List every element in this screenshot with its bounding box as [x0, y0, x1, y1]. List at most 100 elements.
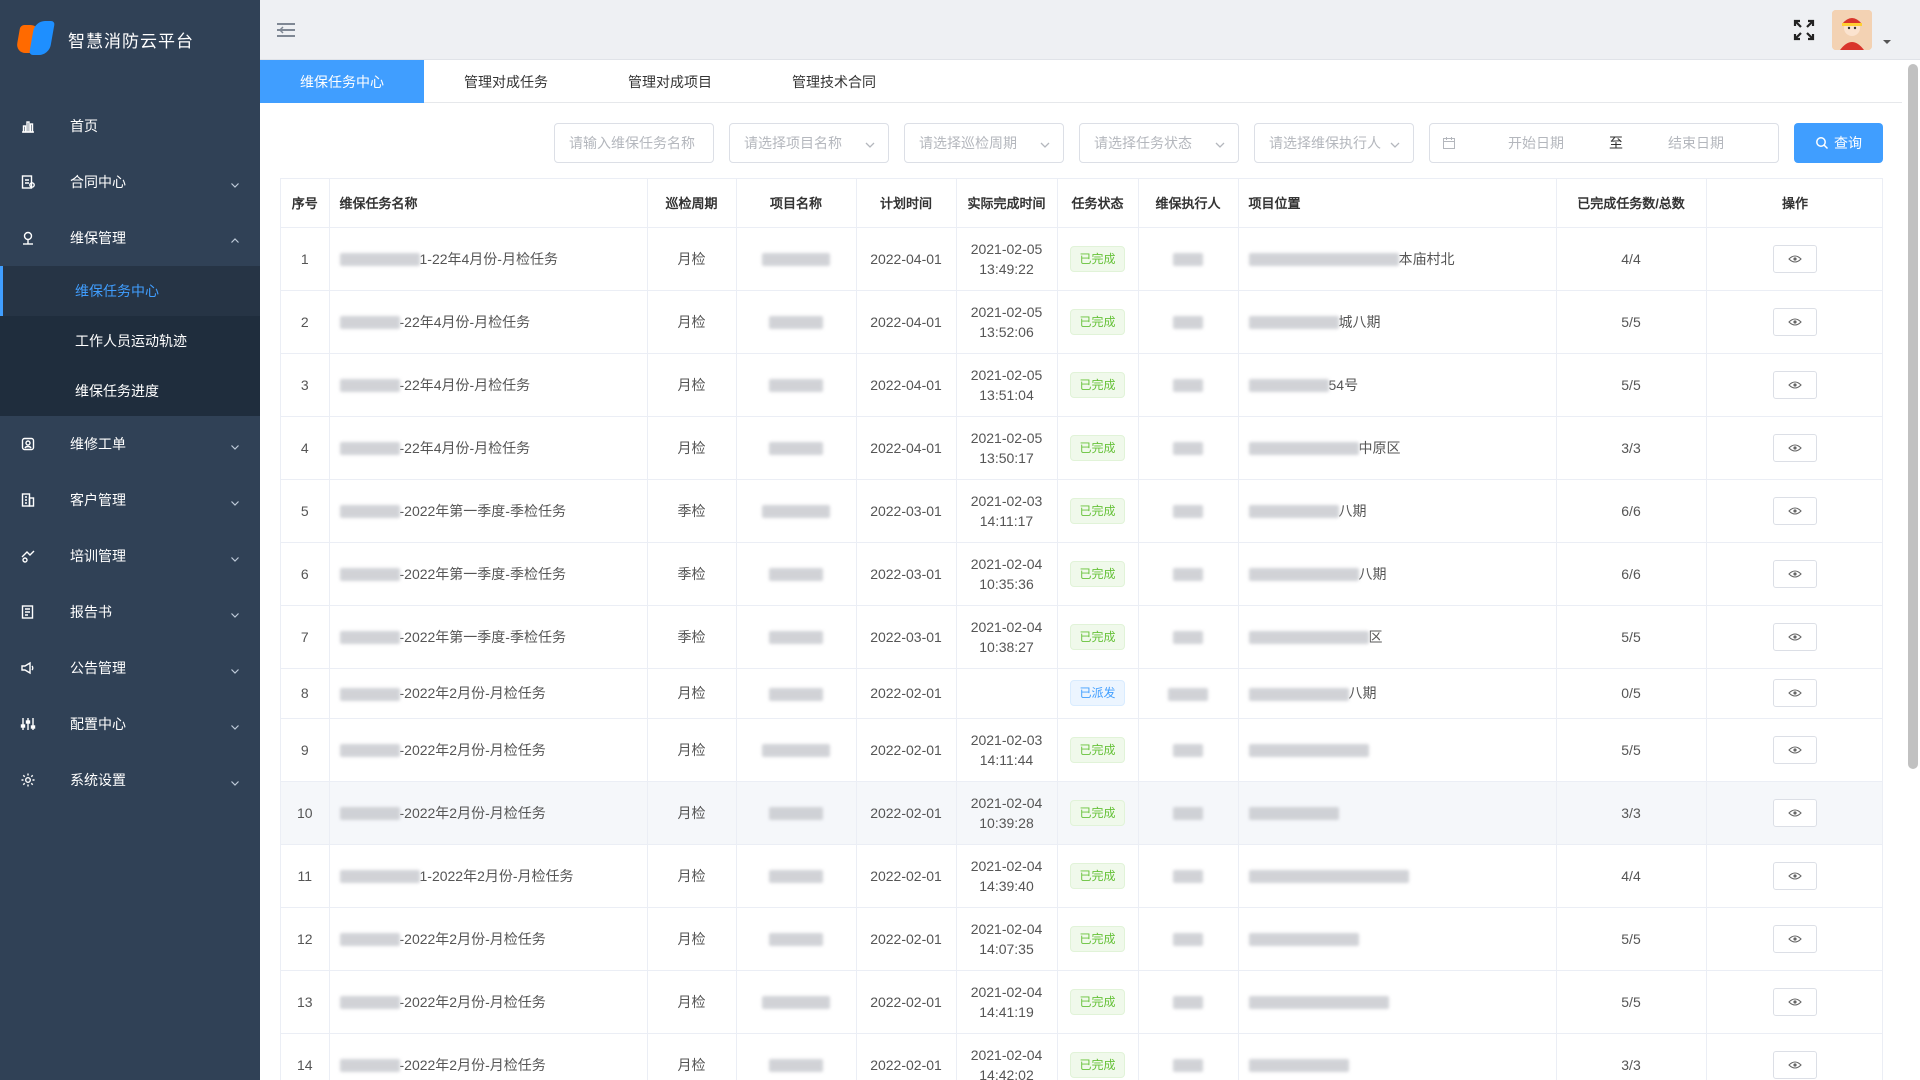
table-row[interactable]: 2 -22年4月份-月检任务 月检 2022-04-01 2021-02-05 13:52… [281, 290, 1882, 354]
tab-1[interactable]: 管理对成任务 [424, 60, 588, 103]
sidebar-subitem-1[interactable]: 工作人员运动轨迹 [0, 316, 260, 366]
query-button[interactable]: 查询 [1794, 123, 1883, 163]
tab-3[interactable]: 管理技术合同 [752, 60, 916, 103]
cycle-cell: 月检 [647, 1033, 737, 1080]
view-button[interactable] [1773, 679, 1817, 707]
training-icon [20, 548, 36, 564]
table-row[interactable]: 7 -2022年第一季度-季检任务 季检 2022-03-01 2021-02-04 10… [281, 605, 1882, 669]
view-button[interactable] [1773, 496, 1817, 525]
scrollbar-thumb[interactable] [1908, 64, 1918, 769]
status-cell: 已完成 [1057, 907, 1139, 971]
fullscreen-icon[interactable] [1792, 18, 1816, 42]
view-button[interactable] [1773, 244, 1817, 273]
date-range-picker[interactable]: 开始日期 至 结束日期 [1429, 123, 1779, 163]
table-row[interactable]: 8 -2022年2月份-月检任务 月检 2022-02-01 已派发 八期 0/5 [281, 668, 1882, 719]
tab-0[interactable]: 维保任务中心 [260, 60, 424, 103]
executor-cell [1138, 290, 1239, 354]
table-row[interactable]: 1 1-22年4月份-月检任务 月检 2022-04-01 2021-02-05 13:4… [281, 227, 1882, 291]
eye-icon [1788, 443, 1802, 452]
table-row[interactable]: 3 -22年4月份-月检任务 月检 2022-04-01 2021-02-05 13:51… [281, 353, 1882, 417]
view-button[interactable] [1773, 861, 1817, 890]
plan-time-cell: 2022-02-01 [856, 1033, 957, 1080]
view-button[interactable] [1773, 924, 1817, 953]
sidebar-item-4[interactable]: 客户管理 [0, 472, 260, 528]
sidebar-item-2[interactable]: 维保管理 [0, 210, 260, 266]
eye-icon [1788, 1060, 1802, 1069]
end-date-input[interactable]: 结束日期 [1636, 133, 1756, 153]
filter-bar: 请输入维保任务名称 请选择项目名称 请选择巡检周期 请选择任务状态 请选择维保执… [554, 123, 1883, 163]
hamburger-icon[interactable] [274, 18, 298, 42]
sidebar-item-label: 维保管理 [70, 230, 126, 246]
table-row[interactable]: 14 -2022年2月份-月检任务 月检 2022-02-01 2021-02-04 14… [281, 1033, 1882, 1080]
view-button[interactable] [1773, 307, 1817, 336]
cycle-select[interactable]: 请选择巡检周期 [904, 123, 1064, 163]
view-button[interactable] [1773, 987, 1817, 1016]
status-badge: 已完成 [1070, 434, 1125, 461]
sidebar-subitem-0[interactable]: 维保任务中心 [0, 266, 260, 316]
status-select[interactable]: 请选择任务状态 [1079, 123, 1239, 163]
chevron-down-icon [230, 719, 240, 730]
sidebar-item-9[interactable]: 系统设置 [0, 752, 260, 808]
table-row[interactable]: 11 1-2022年2月份-月检任务 月检 2022-02-01 2021-02-04 1… [281, 844, 1882, 908]
column-header: 任务状态 [1057, 179, 1139, 228]
sidebar-item-6[interactable]: 报告书 [0, 584, 260, 640]
sidebar-subitem-2[interactable]: 维保任务进度 [0, 366, 260, 416]
done-time-cell [956, 668, 1058, 719]
location-cell: 54号 [1238, 353, 1557, 417]
sidebar-item-7[interactable]: 公告管理 [0, 640, 260, 696]
project-select[interactable]: 请选择项目名称 [729, 123, 889, 163]
caret-down-icon[interactable] [1882, 33, 1892, 44]
executor-cell [1138, 353, 1239, 417]
status-cell: 已完成 [1057, 718, 1139, 782]
view-button[interactable] [1773, 798, 1817, 827]
status-badge: 已完成 [1070, 736, 1125, 763]
location-cell: 区 [1238, 605, 1557, 669]
table-row[interactable]: 5 -2022年第一季度-季检任务 季检 2022-03-01 2021-02-03 14… [281, 479, 1882, 543]
sidebar-item-1[interactable]: 合同中心 [0, 154, 260, 210]
progress-cell: 5/5 [1556, 970, 1707, 1034]
action-cell [1706, 718, 1882, 782]
scrollbar[interactable] [1908, 64, 1918, 1080]
action-cell [1706, 907, 1882, 971]
executor-select[interactable]: 请选择维保执行人 [1254, 123, 1414, 163]
done-time-cell: 2021-02-05 13:49:22 [956, 227, 1058, 291]
table-row[interactable]: 4 -22年4月份-月检任务 月检 2022-04-01 2021-02-05 13:50… [281, 416, 1882, 480]
view-button[interactable] [1773, 370, 1817, 399]
eye-icon [1788, 506, 1802, 515]
view-button[interactable] [1773, 433, 1817, 462]
tab-2[interactable]: 管理对成项目 [588, 60, 752, 103]
row-number: 2 [281, 290, 330, 354]
row-number: 1 [281, 227, 330, 291]
progress-cell: 0/5 [1556, 668, 1707, 719]
cycle-cell: 月检 [647, 907, 737, 971]
table-row[interactable]: 10 -2022年2月份-月检任务 月检 2022-02-01 2021-02-04 10… [281, 781, 1882, 845]
sidebar-item-0[interactable]: 首页 [0, 98, 260, 154]
view-button[interactable] [1773, 735, 1817, 764]
task-name-input[interactable]: 请输入维保任务名称 [554, 123, 714, 163]
avatar[interactable] [1832, 10, 1872, 50]
executor-cell [1138, 479, 1239, 543]
project-name-cell [736, 353, 857, 417]
sidebar-item-5[interactable]: 培训管理 [0, 528, 260, 584]
table-row[interactable]: 9 -2022年2月份-月检任务 月检 2022-02-01 2021-02-03 14:… [281, 718, 1882, 782]
table-row[interactable]: 12 -2022年2月份-月检任务 月检 2022-02-01 2021-02-04 14… [281, 907, 1882, 971]
eye-icon [1788, 871, 1802, 880]
sidebar-item-3[interactable]: 维修工单 [0, 416, 260, 472]
view-button[interactable] [1773, 559, 1817, 588]
start-date-input[interactable]: 开始日期 [1476, 133, 1596, 153]
plan-time-cell: 2022-04-01 [856, 290, 957, 354]
table-row[interactable]: 6 -2022年第一季度-季检任务 季检 2022-03-01 2021-02-04 10… [281, 542, 1882, 606]
status-badge: 已完成 [1070, 1051, 1125, 1078]
view-button[interactable] [1773, 622, 1817, 651]
sidebar-item-8[interactable]: 配置中心 [0, 696, 260, 752]
done-time-cell: 2021-02-04 14:42:02 [956, 1033, 1058, 1080]
executor-cell [1138, 844, 1239, 908]
progress-cell: 6/6 [1556, 479, 1707, 543]
table-row[interactable]: 13 -2022年2月份-月检任务 月检 2022-02-01 2021-02-04 14… [281, 970, 1882, 1034]
chevron-down-icon [230, 775, 240, 786]
plan-time-cell: 2022-02-01 [856, 970, 957, 1034]
executor-cell [1138, 907, 1239, 971]
progress-cell: 5/5 [1556, 718, 1707, 782]
megaphone-icon [20, 660, 36, 676]
view-button[interactable] [1773, 1050, 1817, 1079]
